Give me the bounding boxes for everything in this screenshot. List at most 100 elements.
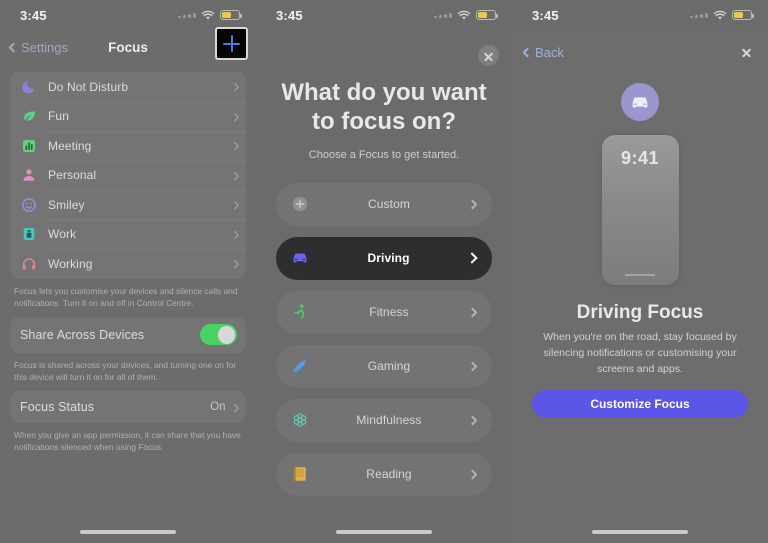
back-label: Back bbox=[535, 44, 564, 60]
share-across-devices-row[interactable]: Share Across Devices bbox=[10, 317, 246, 353]
focus-row-label: Work bbox=[48, 227, 77, 242]
customize-focus-button[interactable]: Customize Focus bbox=[532, 390, 748, 419]
status-bar: 3:45 bbox=[512, 0, 768, 30]
status-bar-indicators bbox=[178, 10, 242, 21]
car-icon bbox=[290, 249, 309, 268]
choose-focus-subheading: Choose a Focus to get started. bbox=[308, 148, 460, 161]
signal-icon bbox=[434, 12, 452, 18]
chevron-left-icon bbox=[8, 42, 19, 52]
focus-row-label: Do Not Disturb bbox=[48, 79, 129, 94]
share-footnote: Focus is shared across your devices, and… bbox=[14, 359, 237, 383]
chevron-right-icon bbox=[467, 469, 478, 479]
back-to-settings-button[interactable]: Settings bbox=[8, 39, 68, 55]
signal-icon bbox=[178, 12, 196, 18]
close-icon bbox=[483, 50, 494, 61]
driving-focus-title: Driving Focus bbox=[576, 302, 704, 323]
focus-row-smiley[interactable]: Smiley bbox=[10, 190, 246, 220]
focus-option-gaming[interactable]: Gaming bbox=[276, 344, 492, 388]
share-across-devices-toggle[interactable] bbox=[200, 324, 237, 346]
briefcase-icon bbox=[20, 226, 37, 243]
driving-hero-icon-circle bbox=[621, 83, 659, 121]
status-bar-indicators bbox=[690, 10, 754, 21]
choose-focus-heading: What do you want to focus on? bbox=[281, 79, 487, 136]
back-label: Settings bbox=[21, 39, 68, 55]
panel-focus-settings: 3:45 Settings Focus Do Not Disturb Fun Mee… bbox=[0, 0, 256, 543]
focus-row-label: Meeting bbox=[48, 138, 92, 153]
chevron-right-icon bbox=[230, 171, 239, 180]
focus-option-label: Custom bbox=[368, 197, 410, 212]
focus-row-work[interactable]: Work bbox=[10, 219, 246, 250]
focus-option-custom[interactable]: Custom bbox=[276, 182, 492, 226]
driving-focus-description: When you're on the road, stay focused by… bbox=[543, 331, 737, 375]
focus-list-group: Do Not Disturb Fun Meeting Personal Smiley Wo… bbox=[10, 72, 246, 279]
focus-option-label: Reading bbox=[366, 467, 412, 482]
focus-row-fun[interactable]: Fun bbox=[10, 101, 246, 132]
headphones-icon bbox=[20, 255, 37, 272]
home-indicator bbox=[336, 530, 432, 534]
focus-status-footnote: When you give an app permission, it can … bbox=[14, 430, 241, 453]
running-icon bbox=[290, 303, 309, 322]
status-bar-time: 3:45 bbox=[532, 7, 559, 23]
plus-circle-icon bbox=[290, 195, 309, 214]
chevron-right-icon bbox=[230, 259, 239, 268]
focus-option-label: Mindfulness bbox=[356, 413, 422, 428]
flower-icon bbox=[290, 411, 309, 430]
focus-status-group: Focus Status On bbox=[10, 391, 246, 424]
phone-preview-home-indicator bbox=[625, 273, 655, 276]
focus-row-do-not-disturb[interactable]: Do Not Disturb bbox=[10, 72, 246, 102]
plus-icon bbox=[223, 35, 240, 52]
wifi-icon bbox=[713, 10, 727, 20]
battery-icon bbox=[476, 10, 498, 20]
focus-option-label: Gaming bbox=[367, 359, 411, 374]
chevron-right-icon bbox=[467, 307, 478, 317]
panel-choose-focus: 3:45 What do you want to focus on? Choos… bbox=[256, 0, 512, 543]
chevron-right-icon bbox=[230, 200, 239, 209]
chevron-left-icon bbox=[522, 47, 533, 57]
share-across-devices-label: Share Across Devices bbox=[20, 327, 145, 342]
home-indicator bbox=[80, 530, 176, 534]
status-bar: 3:45 bbox=[0, 0, 256, 30]
focus-row-meeting[interactable]: Meeting bbox=[10, 131, 246, 161]
panel-driving-focus-detail: 3:45 Back 9:41 Driving Focus When you're… bbox=[512, 0, 768, 543]
status-bar-indicators bbox=[434, 10, 498, 21]
chevron-right-icon bbox=[230, 403, 239, 412]
focus-row-working[interactable]: Working bbox=[10, 249, 246, 279]
joystick-icon bbox=[290, 357, 309, 376]
focus-option-fitness[interactable]: Fitness bbox=[276, 290, 492, 334]
focus-status-label: Focus Status bbox=[20, 400, 95, 415]
focus-status-row[interactable]: Focus Status On bbox=[10, 391, 246, 423]
status-bar: 3:45 bbox=[256, 0, 512, 30]
chevron-right-icon bbox=[230, 112, 239, 121]
moon-icon bbox=[20, 78, 37, 95]
chevron-right-icon bbox=[466, 252, 478, 264]
add-focus-button[interactable] bbox=[215, 27, 248, 60]
focus-row-personal[interactable]: Personal bbox=[10, 160, 246, 191]
chevron-right-icon bbox=[467, 199, 478, 209]
close-button[interactable] bbox=[478, 45, 499, 66]
focus-footnote: Focus lets you customise your devices an… bbox=[14, 285, 238, 308]
chart-bar-icon bbox=[20, 137, 37, 154]
focus-row-label: Personal bbox=[48, 168, 97, 183]
focus-row-label: Smiley bbox=[48, 197, 85, 212]
chevron-right-icon bbox=[467, 415, 478, 425]
focus-option-reading[interactable]: Reading bbox=[276, 452, 492, 496]
close-icon bbox=[741, 46, 752, 57]
car-icon bbox=[632, 97, 648, 108]
focus-status-value: On bbox=[210, 401, 226, 414]
chevron-right-icon bbox=[230, 141, 239, 150]
focus-options-list: Custom Driving Fitness Gaming Mindfulness Rea… bbox=[256, 182, 512, 496]
wifi-icon bbox=[457, 10, 471, 20]
battery-icon bbox=[220, 10, 242, 20]
battery-icon bbox=[732, 10, 754, 20]
close-button[interactable] bbox=[736, 41, 757, 62]
phone-preview-mockup: 9:41 bbox=[601, 135, 679, 285]
phone-preview-time: 9:41 bbox=[620, 148, 660, 168]
home-indicator bbox=[592, 530, 688, 534]
focus-option-driving[interactable]: Driving bbox=[276, 236, 492, 280]
book-icon bbox=[290, 465, 309, 484]
focus-option-mindfulness[interactable]: Mindfulness bbox=[276, 398, 492, 442]
back-button[interactable]: Back bbox=[522, 44, 564, 60]
smiley-icon bbox=[20, 196, 37, 213]
signal-icon bbox=[690, 12, 708, 18]
focus-option-label: Fitness bbox=[369, 305, 409, 320]
